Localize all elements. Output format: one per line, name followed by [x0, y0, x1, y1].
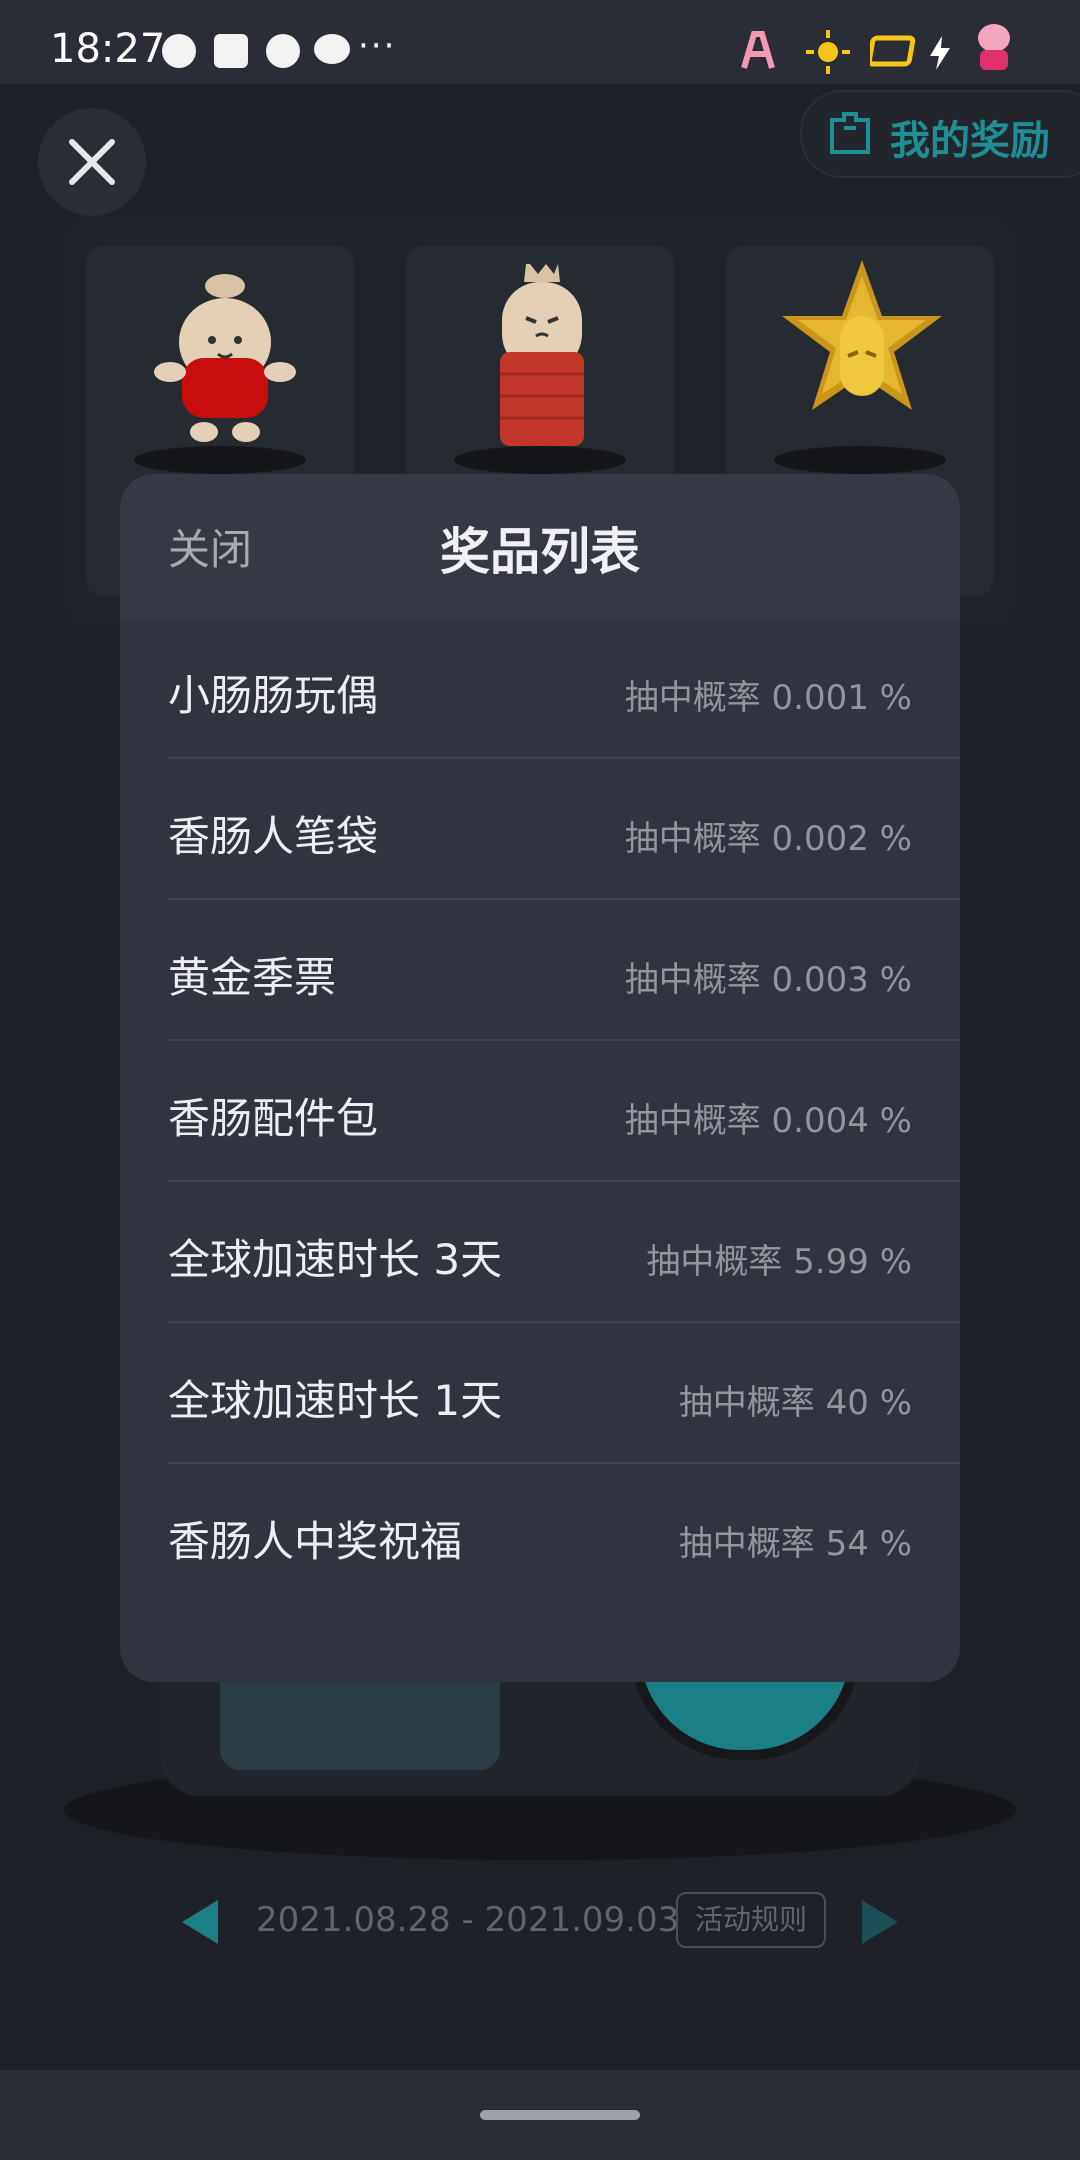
activity-rules-button[interactable]: 活动规则	[676, 1892, 826, 1948]
prize-name: 全球加速时长 3天	[168, 1235, 503, 1284]
next-arrow-icon[interactable]	[862, 1900, 898, 1944]
prize-probability: 抽中概率 54 %	[678, 1524, 912, 1564]
prize-probability: 抽中概率 40 %	[678, 1383, 912, 1423]
modal-header: 关闭 奖品列表	[120, 474, 960, 618]
modal-title: 奖品列表	[440, 523, 640, 581]
my-rewards-button[interactable]: 我的奖励	[800, 90, 1080, 178]
activity-date-row: 2021.08.28 - 2021.09.03 活动规则	[0, 1890, 1080, 1960]
group-buy-icon	[266, 34, 300, 68]
pink-app-icon	[741, 31, 775, 69]
notification-bubble-icon	[162, 34, 196, 68]
prize-probability: 抽中概率 0.002 %	[624, 819, 912, 859]
list-item: 香肠人中奖祝福 抽中概率 54 %	[120, 1464, 960, 1605]
status-time: 18:27	[50, 26, 166, 72]
activity-date-range: 2021.08.28 - 2021.09.03	[256, 1900, 680, 1940]
list-item: 香肠配件包 抽中概率 0.004 %	[120, 1041, 960, 1182]
list-item: 黄金季票 抽中概率 0.003 %	[120, 900, 960, 1041]
prize-name: 黄金季票	[168, 953, 337, 1002]
sausage-plush-image	[154, 274, 296, 442]
prize-name: 小肠肠玩偶	[168, 671, 379, 720]
prize-probability: 抽中概率 0.004 %	[624, 1101, 912, 1141]
chat-icon	[314, 34, 350, 64]
brightness-icon	[806, 30, 850, 74]
list-item: 全球加速时长 3天 抽中概率 5.99 %	[120, 1182, 960, 1323]
list-item: 小肠肠玩偶 抽中概率 0.001 %	[120, 618, 960, 759]
system-nav-bar	[0, 2070, 1080, 2160]
prize-probability: 抽中概率 0.001 %	[624, 678, 912, 718]
prize-name: 香肠配件包	[168, 1094, 379, 1143]
list-item: 全球加速时长 1天 抽中概率 40 %	[120, 1323, 960, 1464]
qq-icon	[214, 34, 248, 68]
home-gesture-bar[interactable]	[480, 2110, 640, 2120]
previous-arrow-icon[interactable]	[182, 1900, 218, 1944]
prize-name: 全球加速时长 1天	[168, 1376, 503, 1425]
gift-box-icon	[830, 112, 870, 154]
my-rewards-label: 我的奖励	[890, 118, 1050, 164]
more-notifications-icon: ···	[358, 26, 397, 66]
prize-probability: 抽中概率 0.003 %	[624, 960, 912, 1000]
pencil-case-image	[500, 264, 584, 446]
prize-name: 香肠人笔袋	[168, 812, 379, 861]
close-page-button[interactable]	[38, 108, 146, 216]
battery-icon	[870, 35, 916, 67]
gold-badge-image	[782, 260, 942, 410]
list-item: 香肠人笔袋 抽中概率 0.002 %	[120, 759, 960, 900]
prize-list-modal: 关闭 奖品列表 小肠肠玩偶 抽中概率 0.001 % 香肠人笔袋 抽中概率 0.…	[120, 474, 960, 1682]
prize-list: 小肠肠玩偶 抽中概率 0.001 % 香肠人笔袋 抽中概率 0.002 % 黄金…	[120, 618, 960, 1605]
peppa-avatar-icon	[978, 24, 1010, 70]
prize-name: 香肠人中奖祝福	[168, 1517, 463, 1566]
status-bar: 18:27 ···	[0, 0, 1080, 84]
close-icon	[69, 139, 115, 185]
prize-probability: 抽中概率 5.99 %	[646, 1242, 912, 1282]
charging-icon	[930, 36, 950, 70]
